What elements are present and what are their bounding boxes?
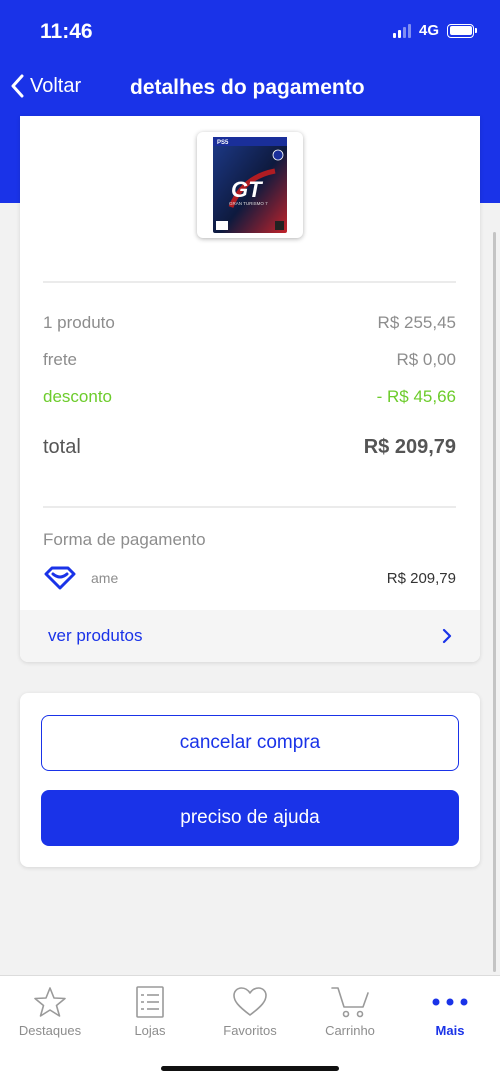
need-help-button[interactable]: preciso de ajuda	[41, 790, 459, 846]
chevron-left-icon	[11, 74, 24, 98]
network-label: 4G	[418, 22, 439, 39]
summary-row-products: 1 produto R$ 255,45	[43, 313, 456, 333]
divider	[43, 281, 456, 283]
tab-label: Lojas	[134, 1023, 166, 1038]
product-image[interactable]: PS5 GT GRAN TURISMO 7	[197, 132, 303, 238]
home-indicator	[161, 1066, 339, 1071]
tab-label: Carrinho	[325, 1023, 375, 1038]
payment-method-row: ame R$ 209,79	[43, 566, 456, 590]
tab-destaques[interactable]: Destaques	[0, 984, 100, 1038]
game-title: GRAN TURISMO 7	[229, 201, 268, 206]
battery-icon	[447, 23, 477, 38]
payment-method-name: ame	[91, 570, 119, 586]
cancel-purchase-button[interactable]: cancelar compra	[41, 715, 459, 771]
signal-icon	[392, 23, 411, 38]
tab-carrinho[interactable]: Carrinho	[300, 984, 400, 1038]
ame-logo-icon	[44, 566, 76, 590]
navigation-bar: Voltar detalhes do pagamento	[0, 66, 500, 110]
shipping-label: frete	[43, 350, 78, 369]
star-icon	[34, 987, 66, 1017]
actions-card: cancelar compra preciso de ajuda	[20, 693, 480, 867]
tab-favoritos[interactable]: Favoritos	[200, 984, 300, 1038]
shipping-value: R$ 0,00	[396, 350, 456, 369]
tab-label: Mais	[435, 1023, 465, 1038]
summary-row-shipping: frete R$ 0,00	[43, 350, 456, 370]
see-products-label: ver produtos	[48, 626, 143, 645]
total-label: total	[43, 436, 81, 458]
list-icon	[136, 986, 164, 1018]
svg-text:GT: GT	[231, 177, 263, 202]
more-icon	[432, 998, 468, 1006]
status-indicators: 4G	[392, 22, 477, 39]
total-value: R$ 209,79	[363, 436, 456, 458]
see-products-link[interactable]: ver produtos	[20, 610, 480, 662]
game-cover-image: PS5 GT GRAN TURISMO 7	[213, 137, 287, 233]
status-time: 11:46	[40, 20, 93, 43]
tab-mais[interactable]: Mais	[400, 984, 500, 1038]
platform-badge: PS5	[217, 140, 229, 146]
tab-label: Favoritos	[223, 1023, 277, 1038]
back-button[interactable]: Voltar	[10, 74, 81, 98]
tab-lojas[interactable]: Lojas	[100, 984, 200, 1038]
summary-row-total: total R$ 209,79	[43, 436, 456, 459]
discount-value: - R$ 45,66	[376, 387, 456, 406]
chevron-right-icon	[442, 628, 452, 644]
payment-amount: R$ 209,79	[386, 569, 456, 587]
page-title: detalhes do pagamento	[130, 76, 365, 99]
products-label: 1 produto	[43, 313, 115, 332]
payment-method-heading: Forma de pagamento	[43, 530, 206, 549]
status-bar: 11:46 4G	[0, 0, 500, 62]
divider	[43, 506, 456, 508]
products-value: R$ 255,45	[377, 313, 456, 332]
discount-label: desconto	[43, 387, 112, 406]
back-button-label: Voltar	[30, 74, 82, 97]
cart-icon	[331, 987, 369, 1018]
scrollbar[interactable]	[493, 232, 496, 972]
summary-row-discount: desconto - R$ 45,66	[43, 387, 456, 407]
heart-icon	[233, 987, 267, 1016]
order-summary-card: PS5 GT GRAN TURISMO 7 1 produto R$ 255,4…	[20, 116, 480, 662]
tab-label: Destaques	[18, 1023, 82, 1038]
